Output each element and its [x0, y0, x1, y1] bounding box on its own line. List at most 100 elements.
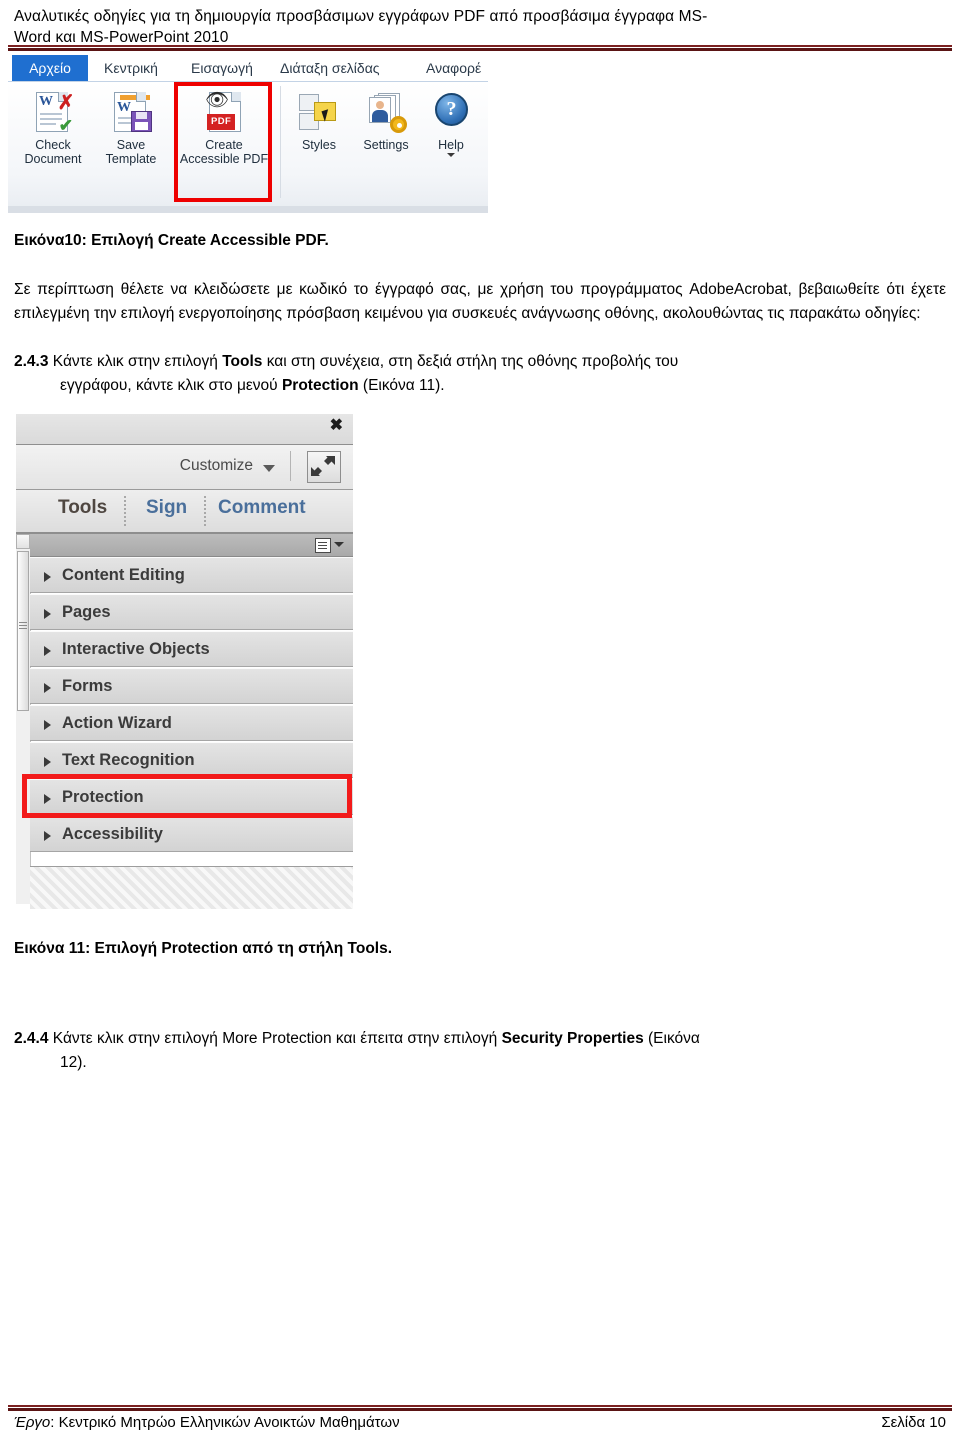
- close-icon[interactable]: ✖: [330, 418, 343, 434]
- tools-row-label: Text Recognition: [62, 751, 195, 769]
- triangle-right-icon: [44, 794, 51, 804]
- tab-separator: [204, 496, 206, 526]
- footer-project-label: Έργο: [14, 1414, 51, 1431]
- triangle-right-icon: [44, 683, 51, 693]
- ribbon-bottom-strip: [8, 206, 488, 213]
- save-template-icon: W: [109, 90, 153, 134]
- tools-row-protection[interactable]: Protection: [30, 779, 353, 815]
- chevron-down-icon[interactable]: [447, 153, 455, 157]
- tools-row-label: Protection: [62, 788, 144, 806]
- ribbon-tab-diataxi-selidas[interactable]: Διάταξη σελίδας: [280, 56, 380, 80]
- step-bold-protection: Protection: [281, 377, 359, 394]
- step-2-4-3: 2.4.3 Κάντε κλικ στην επιλογή Tools και …: [14, 350, 946, 398]
- header-line-1: Αναλυτικές οδηγίες για τη δημιουργία προ…: [14, 8, 708, 25]
- chevron-down-icon[interactable]: [263, 465, 275, 472]
- step-2-4-4: 2.4.4 Κάντε κλικ στην επιλογή More Prote…: [14, 1027, 946, 1075]
- help-icon: ?: [429, 90, 473, 134]
- ribbon-button-sublabel: Template: [105, 152, 157, 166]
- styles-icon: [297, 90, 341, 134]
- ribbon-button-save-template[interactable]: W Save Template: [92, 84, 170, 166]
- tools-row-label: Action Wizard: [62, 714, 172, 732]
- create-accessible-pdf-icon: 👁 PDF: [202, 90, 246, 134]
- step-text-part1: Κάντε κλικ στην επιλογή More Protection …: [48, 1030, 502, 1047]
- settings-icon: [364, 90, 408, 134]
- ribbon-button-create-accessible-pdf[interactable]: 👁 PDF Create Accessible PDF: [176, 84, 272, 166]
- footer-project: Έργο: Κεντρικό Μητρώο Ελληνικών Ανοικτών…: [14, 1414, 400, 1431]
- ribbon-button-check-document[interactable]: W ✗ ✔ Check Document: [14, 84, 92, 166]
- tab-separator: [124, 496, 126, 526]
- header-divider: [8, 45, 952, 51]
- tools-row-text-recognition[interactable]: Text Recognition: [30, 742, 353, 778]
- ribbon-group-separator: [280, 86, 281, 198]
- ribbon-button-settings[interactable]: Settings: [350, 84, 422, 152]
- tools-list-header: [30, 534, 353, 557]
- customize-label[interactable]: Customize: [180, 457, 253, 475]
- step-text-part1: Κάντε κλικ στην επιλογή: [48, 353, 223, 370]
- ribbon-tab-kentriki[interactable]: Κεντρική: [104, 56, 158, 80]
- step-line2-part1: εγγράφου, κάντε κλικ στο μενού: [60, 377, 282, 394]
- ribbon-button-styles[interactable]: Styles: [288, 84, 350, 152]
- chevron-down-icon[interactable]: [334, 542, 344, 547]
- panel-scrollbar-thumb[interactable]: [17, 551, 29, 711]
- step-number: 2.4.4: [14, 1030, 49, 1047]
- tools-row-forms[interactable]: Forms: [30, 668, 353, 704]
- figure-11-caption: Εικόνα 11: Επιλογή Protection από τη στή…: [14, 940, 393, 957]
- figure-11-acrobat-tools-panel: ✖ Customize Tools Sign Comment Content E…: [8, 414, 353, 914]
- tools-row-accessibility[interactable]: Accessibility: [30, 816, 353, 852]
- tab-tools[interactable]: Tools: [58, 497, 107, 519]
- ribbon-button-label: Help: [438, 138, 464, 152]
- ribbon-button-label: Save: [116, 138, 146, 152]
- triangle-right-icon: [44, 720, 51, 730]
- scrollbar-grip-icon: [17, 619, 29, 631]
- step-line2-part2: (Εικόνα 11).: [358, 377, 445, 394]
- acrobat-customize-row: Customize: [16, 445, 353, 490]
- footer-divider: [8, 1405, 952, 1411]
- paragraph-lock-document: Σε περίπτωση θέλετε να κλειδώσετε με κωδ…: [14, 281, 946, 322]
- triangle-right-icon: [44, 646, 51, 656]
- ribbon-body: W ✗ ✔ Check Document W Save Template 👁 P…: [8, 82, 488, 213]
- triangle-right-icon: [44, 572, 51, 582]
- tools-row-content-editing[interactable]: Content Editing: [30, 557, 353, 593]
- ribbon-button-label: Check: [35, 138, 71, 152]
- step-continuation: εγγράφου, κάντε κλικ στο μενού Protectio…: [14, 374, 946, 398]
- ribbon-tab-arxeio[interactable]: Αρχείο: [12, 55, 88, 81]
- tools-row-action-wizard[interactable]: Action Wizard: [30, 705, 353, 741]
- step-text-part2: (Εικόνα: [643, 1030, 700, 1047]
- tools-row-label: Content Editing: [62, 566, 185, 584]
- ribbon-button-sublabel: Accessible PDF: [179, 152, 269, 166]
- ribbon-button-help[interactable]: ? Help: [422, 84, 480, 157]
- step-text-part2: και στη συνέχεια, στη δεξιά στήλη της οθ…: [262, 353, 679, 370]
- pdf-badge-label: PDF: [207, 114, 236, 130]
- tools-row-label: Interactive Objects: [62, 640, 210, 658]
- acrobat-panel-tabs: Tools Sign Comment: [16, 490, 353, 534]
- ribbon-button-label: Settings: [363, 138, 409, 152]
- expand-arrows-glyph: [311, 456, 335, 476]
- tab-comment[interactable]: Comment: [218, 497, 306, 519]
- step-continuation: 12).: [60, 1054, 87, 1071]
- tools-row-pages[interactable]: Pages: [30, 594, 353, 630]
- list-view-icon[interactable]: [315, 538, 331, 553]
- check-document-icon: W ✗ ✔: [31, 90, 75, 134]
- step-bold-tools: Tools: [222, 353, 263, 370]
- scroll-up-icon[interactable]: [16, 534, 30, 549]
- triangle-right-icon: [44, 609, 51, 619]
- ribbon-tab-bar: Αρχείο Κεντρική Εισαγωγή Διάταξη σελίδας…: [8, 55, 488, 82]
- help-question-glyph: ?: [435, 93, 468, 126]
- tools-row-interactive-objects[interactable]: Interactive Objects: [30, 631, 353, 667]
- ribbon-button-sublabel: Document: [24, 152, 82, 166]
- tab-sign[interactable]: Sign: [146, 497, 187, 519]
- step-number: 2.4.3: [14, 353, 49, 370]
- panel-left-edge: [8, 534, 16, 908]
- page-header: Αναλυτικές οδηγίες για τη δημιουργία προ…: [14, 6, 946, 48]
- ribbon-button-label: Styles: [301, 138, 337, 152]
- expand-arrows-icon[interactable]: [307, 451, 341, 483]
- ribbon-tab-anafores[interactable]: Αναφορέ: [426, 56, 481, 80]
- panel-empty-hatch-area: [30, 866, 353, 909]
- acrobat-panel-titlebar: ✖: [16, 414, 353, 445]
- tools-row-label: Forms: [62, 677, 113, 695]
- ribbon-tab-eisagogi[interactable]: Εισαγωγή: [191, 56, 253, 80]
- toolbar-separator: [290, 451, 291, 481]
- tools-row-label: Pages: [62, 603, 111, 621]
- triangle-right-icon: [44, 831, 51, 841]
- footer-page-number: Σελίδα 10: [881, 1414, 946, 1431]
